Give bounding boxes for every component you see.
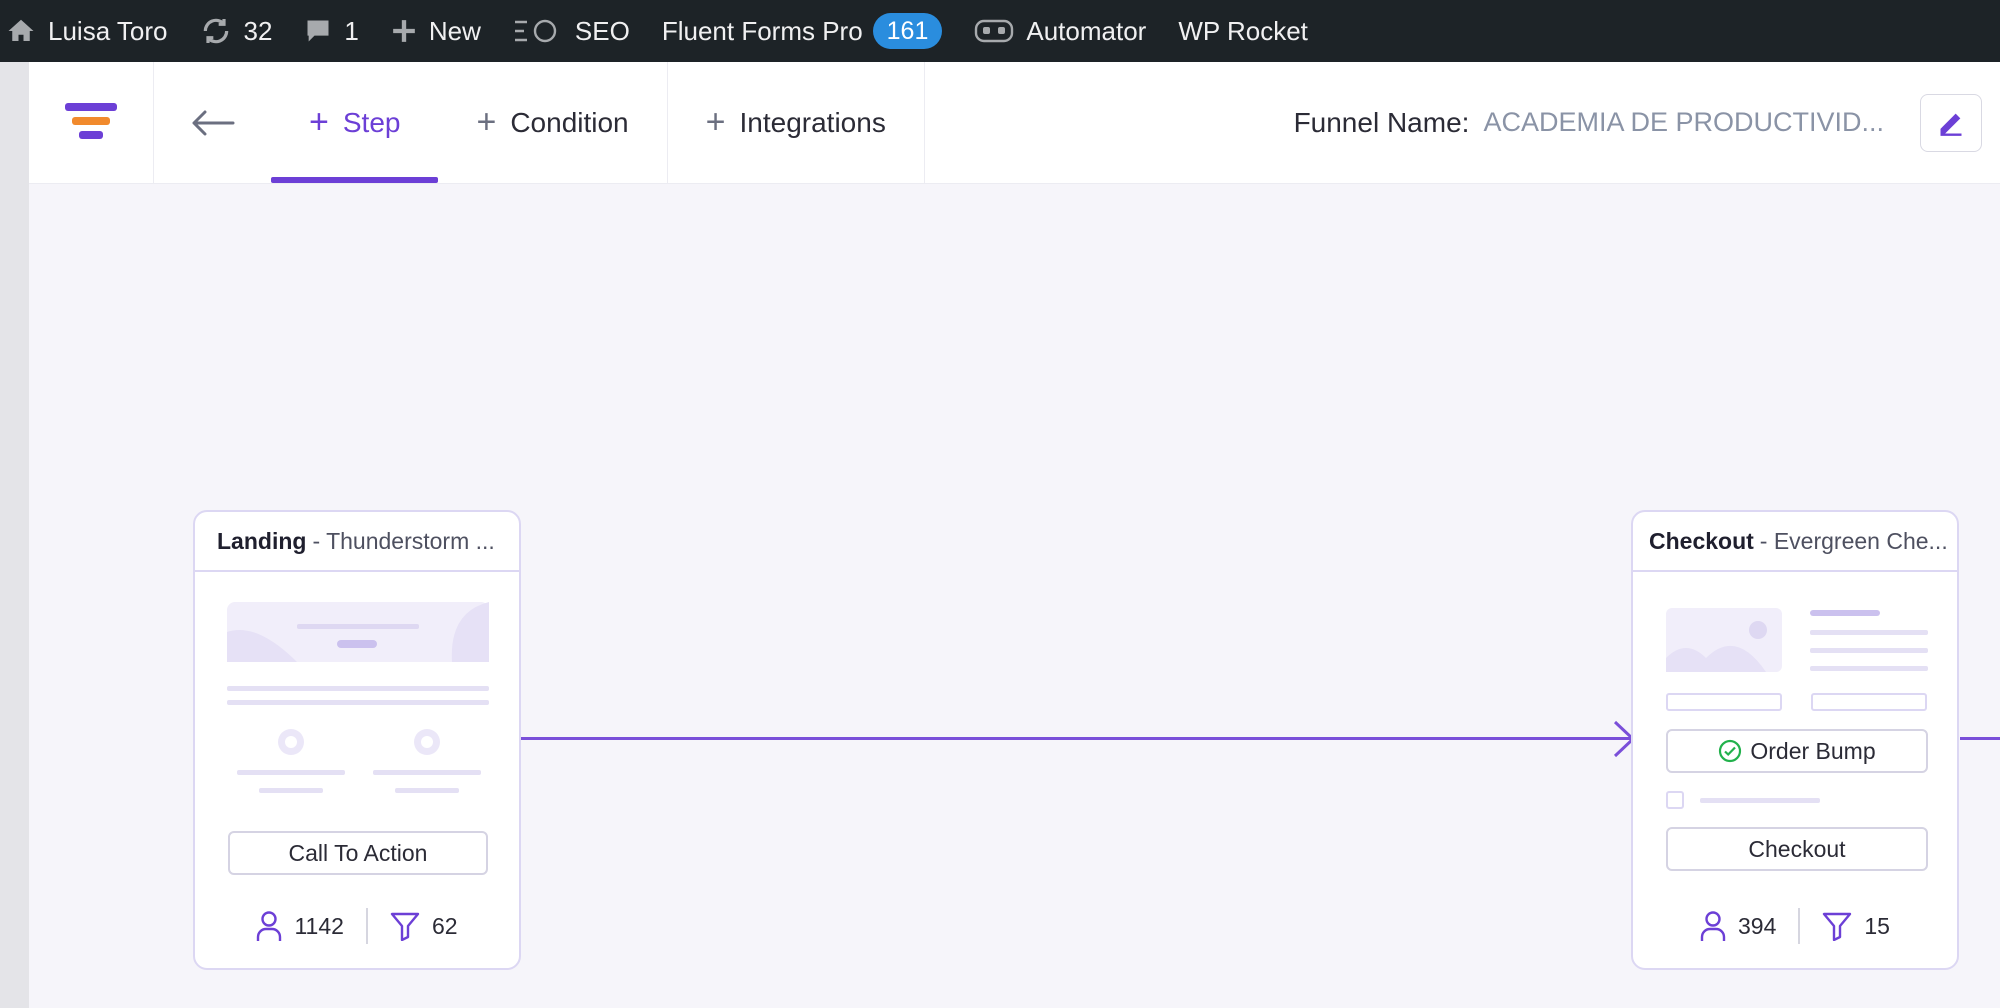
fluent-forms-label: Fluent Forms Pro	[661, 15, 863, 46]
funnel-name-label: Funnel Name:	[1293, 106, 1470, 138]
step-card-landing[interactable]: Landing - Thunderstorm ... Call To Actio…	[193, 510, 521, 970]
step-stats: 394 15	[1633, 906, 1957, 946]
wp-admin-bar: Luisa Toro 32 1 New SEO Fluent Forms Pro…	[0, 0, 2000, 62]
robot-icon	[975, 19, 1014, 43]
tab-step-label: Step	[342, 106, 401, 138]
step-card-header[interactable]: Checkout - Evergreen Che...	[1633, 512, 1957, 572]
tab-step[interactable]: + Step	[271, 62, 439, 183]
updates-count: 32	[243, 15, 273, 46]
funnel-header: + Step + Condition + Integrations Funnel…	[29, 62, 2000, 184]
tab-condition-label: Condition	[510, 106, 629, 138]
plus-icon: +	[705, 103, 726, 141]
funnel-logo-icon	[65, 102, 117, 139]
visitors-stat: 394	[1700, 910, 1776, 942]
check-circle-icon	[1719, 739, 1742, 763]
comments-count: 1	[344, 15, 359, 46]
step-type: Checkout	[1649, 527, 1754, 554]
header-spacer	[925, 62, 1294, 183]
comments-menu[interactable]: 1	[288, 0, 374, 62]
plus-icon	[393, 20, 415, 42]
plus-icon: +	[309, 103, 329, 141]
step-stats: 1142 62	[195, 906, 519, 946]
funnel-logo[interactable]	[29, 62, 154, 183]
funnel-name: Funnel Name: ACADEMIA DE PRODUCTIVID...	[1294, 62, 1920, 183]
new-label: New	[428, 15, 481, 46]
conversions-count: 15	[1864, 912, 1890, 939]
user-icon	[257, 911, 282, 941]
fluent-forms-menu[interactable]: Fluent Forms Pro 161	[646, 0, 959, 62]
site-home-menu[interactable]: Luisa Toro	[0, 0, 184, 62]
edit-funnel-name-button[interactable]	[1920, 93, 1982, 152]
conversions-stat: 15	[1822, 911, 1890, 941]
plus-icon: +	[476, 103, 497, 141]
step-card-header[interactable]: Landing - Thunderstorm ...	[195, 512, 519, 572]
conversions-stat: 62	[390, 911, 458, 941]
checkout-page-preview-illustration	[1666, 608, 1928, 711]
tab-integrations-label: Integrations	[739, 106, 886, 138]
user-icon	[1700, 911, 1726, 941]
seo-icon	[514, 19, 557, 43]
conversions-count: 62	[431, 912, 458, 939]
back-button[interactable]	[154, 62, 271, 183]
funnel-name-value: ACADEMIA DE PRODUCTIVID...	[1483, 107, 1884, 137]
filter-icon	[390, 912, 420, 941]
visitors-count: 1142	[294, 912, 344, 939]
seo-label: SEO	[574, 15, 630, 46]
step-connector-line-next	[1960, 737, 2000, 740]
step-card-checkout[interactable]: Checkout - Evergreen Che... Order Bump C…	[1631, 510, 1959, 970]
fluent-forms-badge: 161	[872, 13, 943, 49]
new-content-menu[interactable]: New	[375, 0, 497, 62]
comment-icon	[307, 20, 329, 42]
stats-divider	[365, 908, 368, 944]
step-name: - Thunderstorm ...	[312, 527, 495, 554]
step-connector-line	[521, 737, 1631, 740]
seo-menu[interactable]: SEO	[497, 0, 646, 62]
checkout-button-label: Checkout	[1748, 835, 1846, 862]
arrow-left-icon	[192, 110, 234, 135]
user-name: Luisa Toro	[48, 15, 168, 46]
wp-rocket-label: WP Rocket	[1178, 15, 1308, 46]
filter-icon	[1823, 912, 1852, 941]
wp-rocket-menu[interactable]: WP Rocket	[1162, 0, 1324, 62]
order-bump-label: Order Bump	[1750, 737, 1876, 764]
automator-label: Automator	[1026, 15, 1147, 46]
step-type: Landing	[217, 527, 307, 554]
step-name: - Evergreen Che...	[1759, 527, 1948, 554]
stats-divider	[1798, 908, 1801, 944]
order-bump-box[interactable]: Order Bump	[1666, 729, 1928, 773]
checkbox-line-illustration	[1666, 791, 1820, 809]
pencil-icon	[1940, 113, 1962, 136]
landing-page-preview-illustration	[227, 602, 489, 793]
admin-menu-gutter	[0, 62, 29, 1008]
updates-menu[interactable]: 32	[184, 0, 289, 62]
home-icon	[8, 19, 34, 41]
visitors-stat: 1142	[256, 910, 344, 942]
call-to-action-label: Call To Action	[288, 839, 428, 866]
refresh-icon	[203, 18, 228, 44]
visitors-count: 394	[1738, 912, 1777, 939]
automator-menu[interactable]: Automator	[958, 0, 1162, 62]
checkout-button[interactable]: Checkout	[1666, 827, 1928, 871]
tab-integrations[interactable]: + Integrations	[668, 62, 925, 183]
tab-condition[interactable]: + Condition	[438, 62, 668, 183]
call-to-action-button[interactable]: Call To Action	[228, 831, 488, 875]
